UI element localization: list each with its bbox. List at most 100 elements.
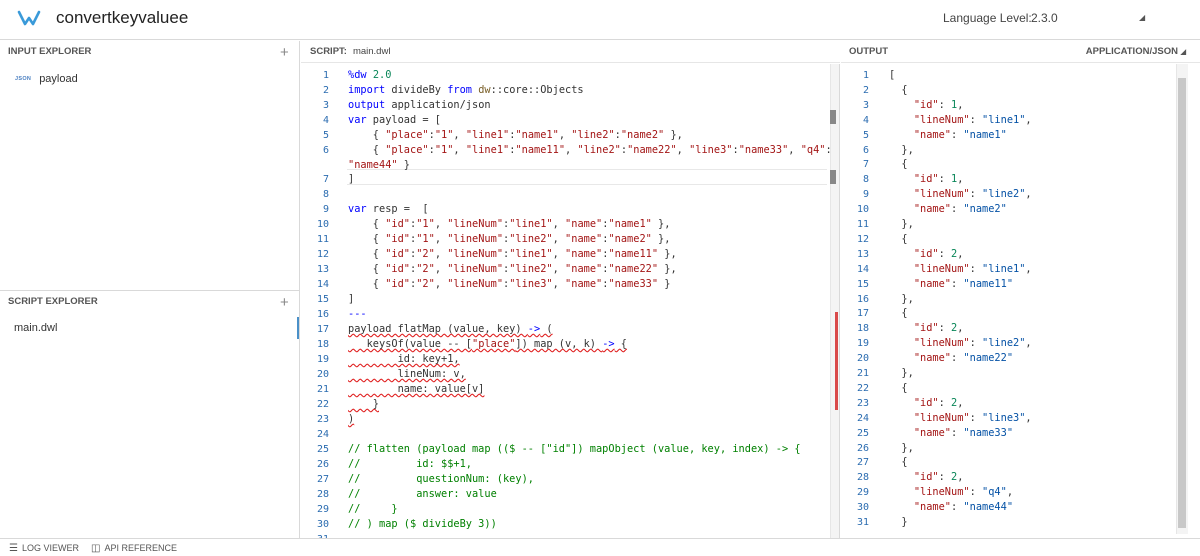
output-code-line: }, <box>889 292 914 305</box>
output-code-line: "name": "name22" <box>913 352 1014 365</box>
script-editor[interactable]: 1 2 3 4 5 6 7 8 9 10 11 12 13 14 15 16 17 18 19 20 21 22 23 24 2… <box>301 64 840 538</box>
output-mime-label: APPLICATION/JSON <box>1085 46 1178 57</box>
output-viewer[interactable]: 1 2 3 4 5 6 7 8 9 10 11 12 13 14 15 16 17 18 19 20 21 22 23 24 2… <box>841 64 1200 538</box>
code-line: { "id":"2", "lineNum":"line2", "name":"n… <box>348 263 677 275</box>
output-code-line: "lineNum": "q4", <box>913 486 1014 499</box>
list-icon: ☰ <box>9 543 18 554</box>
output-line-number: 7 <box>862 159 869 171</box>
output-line-number: 19 <box>856 338 869 350</box>
code-line: name: value[v] <box>348 383 485 395</box>
output-line-number: 2 <box>862 84 869 96</box>
output-code-line: { <box>889 83 908 96</box>
book-icon: ◫ <box>91 543 101 554</box>
output-line-number: 23 <box>856 397 869 409</box>
output-code-line: }, <box>889 218 914 230</box>
script-line-number: 8 <box>322 189 329 200</box>
output-code-line: "lineNum": "line2", <box>913 337 1032 350</box>
output-line-number: 14 <box>856 263 869 275</box>
output-line-number: 13 <box>856 248 869 260</box>
output-line-number: 3 <box>862 99 869 111</box>
output-code-line: }, <box>889 143 914 156</box>
script-item-main[interactable]: main.dwl <box>0 317 299 339</box>
output-code-line: { <box>889 158 908 171</box>
code-line: var resp = [ <box>348 203 429 215</box>
log-viewer-button[interactable]: ☰ LOG VIEWER <box>9 539 79 556</box>
input-item-payload[interactable]: JSON payload <box>15 72 78 86</box>
script-line-number: 12 <box>316 249 329 260</box>
code-line: // } <box>348 503 398 515</box>
script-line-number: 19 <box>316 354 329 365</box>
output-code-line: "id": 2, <box>913 396 964 409</box>
editor-scroll-marker <box>830 110 836 124</box>
language-level-label: Language Level: <box>943 11 1032 25</box>
output-panel-header: OUTPUT APPLICATION/JSON ◢ <box>841 41 1200 63</box>
output-code-line: "id": 1, <box>913 98 964 111</box>
script-line-number: 16 <box>316 309 329 320</box>
code-line: ] <box>348 293 355 305</box>
output-code-line: "id": 2, <box>913 471 964 484</box>
output-line-number: 26 <box>856 442 869 454</box>
json-badge-icon: JSON <box>15 76 32 83</box>
mime-dropdown-icon: ◢ <box>1180 49 1186 56</box>
log-viewer-label: LOG VIEWER <box>21 543 79 553</box>
api-reference-button[interactable]: ◫ API REFERENCE <box>91 539 177 556</box>
output-code-line: "name": "name1" <box>913 128 1007 141</box>
output-mime-select[interactable]: APPLICATION/JSON ◢ <box>1086 41 1186 64</box>
script-line-number: 6 <box>322 145 329 156</box>
output-line-number: 17 <box>856 308 869 320</box>
script-line-number: 22 <box>316 399 329 410</box>
code-line: "name44" } <box>348 159 411 171</box>
output-line-number: 30 <box>856 502 869 514</box>
output-line-number: 4 <box>862 114 869 126</box>
output-code-line: "id": 2, <box>913 247 964 260</box>
output-line-number: 5 <box>862 129 869 141</box>
output-code-line: { <box>889 381 908 394</box>
language-level-select[interactable]: 2.3.0 <box>1031 11 1058 25</box>
output-line-number: 20 <box>856 353 869 365</box>
output-code-line: } <box>889 516 908 528</box>
output-code-line: "name": "name33" <box>913 426 1014 439</box>
add-script-plus-icon[interactable]: + <box>280 295 289 310</box>
code-line: ] <box>348 173 355 185</box>
script-line-number: 25 <box>316 444 329 455</box>
dataweave-logo-icon <box>17 10 41 26</box>
editor-scrollbar[interactable] <box>830 64 839 538</box>
code-line: id: key+1, <box>348 353 460 365</box>
script-line-number: 3 <box>322 100 329 111</box>
script-line-number: 15 <box>316 294 329 305</box>
output-line-gutter: 1 2 3 4 5 6 7 8 9 10 11 12 13 14 15 16 17 18 19 20 21 22 23 24 2… <box>841 64 881 538</box>
output-line-number: 27 <box>856 457 869 469</box>
app-header: convertkeyvaluee Language Level: 2.3.0 ◢ <box>0 0 1200 40</box>
footer-bar: ☰ LOG VIEWER ◫ API REFERENCE <box>0 538 1200 556</box>
output-code-line: "name": "name11" <box>913 277 1014 290</box>
script-line-number: 14 <box>316 279 329 290</box>
script-line-number: 28 <box>316 489 329 500</box>
script-line-number: 2 <box>322 85 329 96</box>
output-line-number: 10 <box>856 204 869 216</box>
script-explorer-title: SCRIPT EXPLORER <box>8 296 98 307</box>
output-line-number: 21 <box>856 368 869 379</box>
output-line-number: 9 <box>862 189 869 201</box>
code-line: // ) map ($ divideBy 3)) <box>348 518 497 530</box>
output-line-number: 31 <box>856 517 869 528</box>
output-code-line: { <box>889 232 908 245</box>
output-title: OUTPUT <box>849 46 889 57</box>
output-line-number: 22 <box>856 382 869 394</box>
output-code-line: "lineNum": "line1", <box>913 113 1032 126</box>
api-reference-label: API REFERENCE <box>104 543 177 553</box>
code-line: lineNum: v, <box>348 368 466 380</box>
editor-scroll-marker <box>830 170 836 184</box>
add-input-plus-icon[interactable]: + <box>280 45 289 60</box>
script-line-number: 11 <box>316 234 329 245</box>
code-line: { "place":"1", "line1":"name11", "line2"… <box>348 144 832 156</box>
script-line-number: 20 <box>316 369 329 380</box>
output-code-line: }, <box>889 367 914 379</box>
input-item-label: payload <box>39 73 78 85</box>
code-line: } <box>348 398 379 410</box>
code-line: { "place":"1", "line1":"name1", "line2":… <box>348 129 683 141</box>
script-line-number: 5 <box>322 130 329 141</box>
output-code-line: "name": "name2" <box>913 203 1007 216</box>
output-scroll-thumb[interactable] <box>1178 78 1186 528</box>
language-level-dropdown-icon[interactable]: ◢ <box>1139 13 1145 22</box>
code-line: { "id":"1", "lineNum":"line2", "name":"n… <box>348 233 671 245</box>
